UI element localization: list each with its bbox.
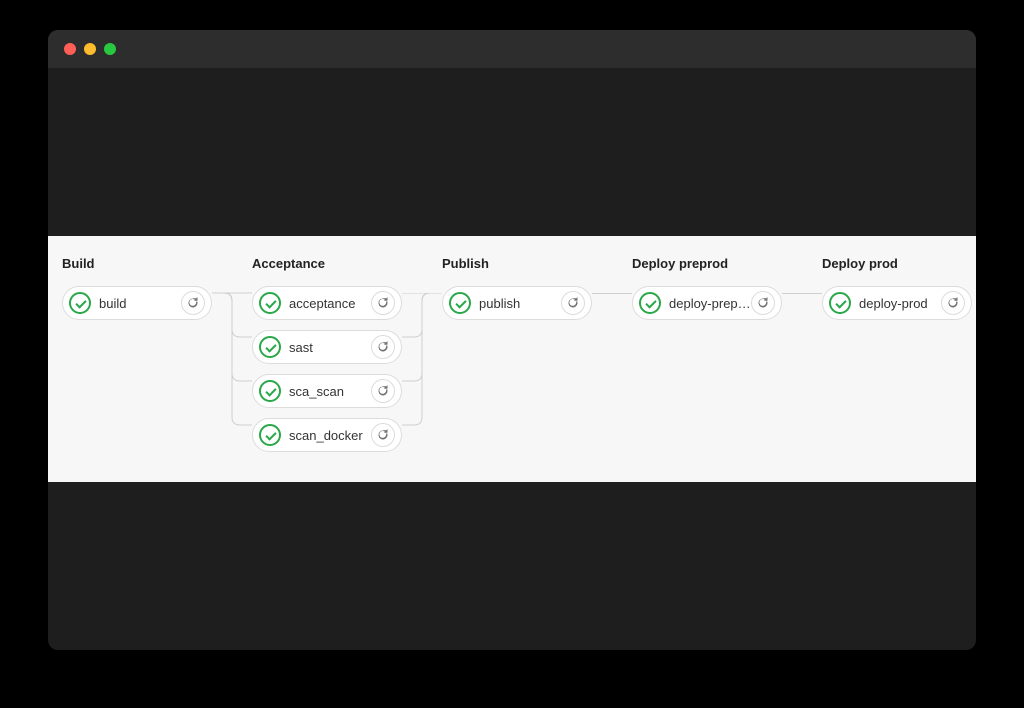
check-circle-icon [259, 336, 281, 358]
check-circle-icon [829, 292, 851, 314]
retry-icon [567, 297, 579, 309]
window-zoom-button[interactable] [104, 43, 116, 55]
window-titlebar [48, 30, 976, 68]
check-circle-icon [639, 292, 661, 314]
job-name: acceptance [289, 296, 371, 311]
retry-icon [377, 297, 389, 309]
check-circle-icon [69, 292, 91, 314]
window-content: Build build [48, 68, 976, 650]
job-name: deploy-preprod [669, 296, 751, 311]
job-name: deploy-prod [859, 296, 941, 311]
retry-icon [377, 385, 389, 397]
stage-title: Build [62, 256, 212, 272]
retry-icon [377, 429, 389, 441]
pipeline-graph: Build build [48, 236, 976, 482]
retry-button[interactable] [751, 291, 775, 315]
retry-icon [187, 297, 199, 309]
job-sca_scan[interactable]: sca_scan [252, 374, 402, 408]
check-circle-icon [259, 292, 281, 314]
retry-icon [947, 297, 959, 309]
retry-button[interactable] [371, 379, 395, 403]
job-acceptance[interactable]: acceptance [252, 286, 402, 320]
stage-title: Deploy prod [822, 256, 972, 272]
stage-title: Deploy preprod [632, 256, 782, 272]
retry-button[interactable] [371, 335, 395, 359]
job-name: scan_docker [289, 428, 371, 443]
retry-icon [377, 341, 389, 353]
job-deploy-prod[interactable]: deploy-prod [822, 286, 972, 320]
retry-button[interactable] [371, 291, 395, 315]
job-publish[interactable]: publish [442, 286, 592, 320]
job-sast[interactable]: sast [252, 330, 402, 364]
job-name: publish [479, 296, 561, 311]
retry-button[interactable] [941, 291, 965, 315]
retry-button[interactable] [561, 291, 585, 315]
job-name: build [99, 296, 181, 311]
stage-acceptance: Acceptance acceptance sast [252, 256, 402, 452]
check-circle-icon [259, 424, 281, 446]
check-circle-icon [449, 292, 471, 314]
retry-button[interactable] [181, 291, 205, 315]
job-name: sca_scan [289, 384, 371, 399]
stage-title: Publish [442, 256, 592, 272]
window-close-button[interactable] [64, 43, 76, 55]
stage-deploy-prod: Deploy prod deploy-prod [822, 256, 972, 320]
stage-title: Acceptance [252, 256, 402, 272]
app-window: Build build [48, 30, 976, 650]
stage-deploy-preprod: Deploy preprod deploy-preprod [632, 256, 782, 320]
job-scan_docker[interactable]: scan_docker [252, 418, 402, 452]
retry-button[interactable] [371, 423, 395, 447]
window-minimize-button[interactable] [84, 43, 96, 55]
check-circle-icon [259, 380, 281, 402]
retry-icon [757, 297, 769, 309]
stage-build: Build build [62, 256, 212, 320]
job-build[interactable]: build [62, 286, 212, 320]
job-name: sast [289, 340, 371, 355]
job-deploy-preprod[interactable]: deploy-preprod [632, 286, 782, 320]
stage-publish: Publish publish [442, 256, 592, 320]
